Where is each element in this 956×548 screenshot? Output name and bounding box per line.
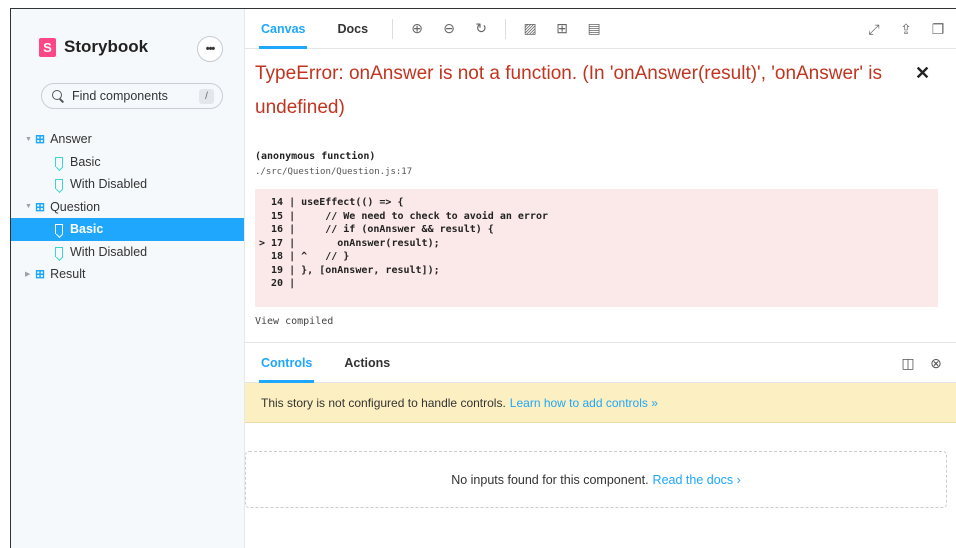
code-frame: 14 | useEffect(() => { 15 | // We need t…: [255, 189, 938, 307]
addons-panel: Controls Actions ◫ ⊗ This story is not c…: [245, 342, 956, 548]
app-window: S Storybook ••• Find components / ▼ ⊞ An…: [10, 8, 956, 548]
code-line: > 17 | onAnswer(result);: [259, 237, 440, 249]
grid-icon[interactable]: ⊞: [546, 9, 578, 49]
tree-item-label: Basic: [70, 154, 101, 169]
error-function: (anonymous function): [255, 151, 376, 162]
notice-text: This story is not configured to handle c…: [261, 395, 506, 410]
search-shortcut-key: /: [199, 88, 214, 104]
code-line: 15 | // We need to check to avoid an err…: [259, 210, 548, 222]
toolbar-divider: [505, 18, 507, 39]
zoom-reset-icon[interactable]: ↻: [465, 9, 497, 49]
code-line: 19 | }, [onAnswer, result]);: [259, 264, 440, 276]
zoom-in-icon[interactable]: ⊕: [401, 9, 433, 49]
fullscreen-icon[interactable]: ⤢: [858, 9, 890, 49]
tab-docs[interactable]: Docs: [321, 9, 384, 49]
code-line: 18 | ^ // }: [259, 251, 350, 262]
code-line: 14 | useEffect(() => {: [259, 197, 404, 208]
close-icon[interactable]: ✕: [915, 63, 930, 84]
brand-name: Storybook: [64, 37, 149, 56]
component-icon: ⊞: [35, 199, 46, 214]
caret-down-icon: ▼: [25, 135, 32, 143]
bookmark-icon: [55, 156, 63, 167]
code-line: 20 |: [259, 278, 296, 289]
caret-down-icon: ▼: [25, 203, 32, 211]
search-placeholder: Find components: [72, 89, 168, 103]
tree-item-label: Result: [50, 267, 86, 282]
outline-icon[interactable]: ▤: [578, 9, 610, 49]
toolbar: Canvas Docs ⊕ ⊖ ↻ ▨ ⊞ ▤ ⤢ ⇪ ❐: [245, 9, 956, 49]
read-docs-link[interactable]: Read the docs ›: [653, 473, 741, 487]
sidebar: S Storybook ••• Find components / ▼ ⊞ An…: [11, 9, 244, 548]
panel-tabs: Controls Actions ◫ ⊗: [245, 343, 956, 383]
tree-item-label: Basic: [70, 222, 104, 237]
main-area: Canvas Docs ⊕ ⊖ ↻ ▨ ⊞ ▤ ⤢ ⇪ ❐ TypeError:…: [244, 9, 956, 548]
toolbar-divider: [392, 18, 394, 39]
controls-notice: This story is not configured to handle c…: [245, 383, 956, 423]
panel-icons: ◫ ⊗: [894, 343, 950, 383]
learn-controls-link[interactable]: Learn how to add controls »: [510, 396, 658, 410]
tree-story-question-with-disabled[interactable]: With Disabled: [11, 241, 244, 264]
component-icon: ⊞: [35, 132, 46, 147]
bookmark-icon: [55, 224, 63, 235]
background-icon[interactable]: ▨: [514, 9, 546, 49]
sidebar-menu-button[interactable]: •••: [197, 36, 223, 62]
caret-right-icon: ▶: [25, 271, 31, 279]
search-icon: [52, 90, 64, 102]
close-panel-icon[interactable]: ⊗: [922, 355, 950, 372]
tree-group-answer[interactable]: ▼ ⊞ Answer: [11, 128, 244, 151]
tab-canvas[interactable]: Canvas: [245, 9, 321, 49]
tree-group-result[interactable]: ▶ ⊞ Result: [11, 263, 244, 286]
panel-orientation-icon[interactable]: ◫: [894, 355, 922, 372]
error-path: ./src/Question/Question.js:17: [255, 167, 413, 177]
tree-item-label: Question: [50, 199, 101, 214]
empty-state: No inputs found for this component. Read…: [245, 451, 947, 508]
tab-actions[interactable]: Actions: [328, 343, 406, 383]
tree-group-question[interactable]: ▼ ⊞ Question: [11, 196, 244, 219]
brand[interactable]: S Storybook: [39, 37, 148, 57]
error-title: TypeError: onAnswer is not a function. (…: [255, 63, 882, 118]
bookmark-icon: [55, 179, 63, 190]
copy-link-icon[interactable]: ❐: [922, 9, 954, 49]
tree-story-answer-with-disabled[interactable]: With Disabled: [11, 173, 244, 196]
tree-story-answer-basic[interactable]: Basic: [11, 151, 244, 174]
zoom-out-icon[interactable]: ⊖: [433, 9, 465, 49]
code-line: 16 | // if (onAnswer && result) {: [259, 224, 494, 235]
component-tree: ▼ ⊞ Answer Basic With Disabled ▼ ⊞ Quest…: [11, 128, 244, 286]
view-compiled-link[interactable]: View compiled: [255, 316, 333, 327]
toolbar-right: ⤢ ⇪ ❐: [858, 9, 954, 49]
search-input[interactable]: Find components /: [41, 83, 223, 109]
share-icon[interactable]: ⇪: [890, 9, 922, 49]
storybook-logo: S: [39, 37, 56, 57]
empty-text: No inputs found for this component.: [451, 472, 649, 487]
tree-item-label: With Disabled: [70, 244, 148, 259]
tree-story-question-basic[interactable]: Basic: [11, 218, 244, 241]
bookmark-icon: [55, 246, 63, 257]
tree-item-label: Answer: [50, 132, 92, 147]
component-icon: ⊞: [35, 267, 46, 282]
tab-controls[interactable]: Controls: [245, 343, 328, 383]
tree-item-label: With Disabled: [70, 177, 148, 192]
ellipsis-icon: •••: [205, 43, 216, 55]
